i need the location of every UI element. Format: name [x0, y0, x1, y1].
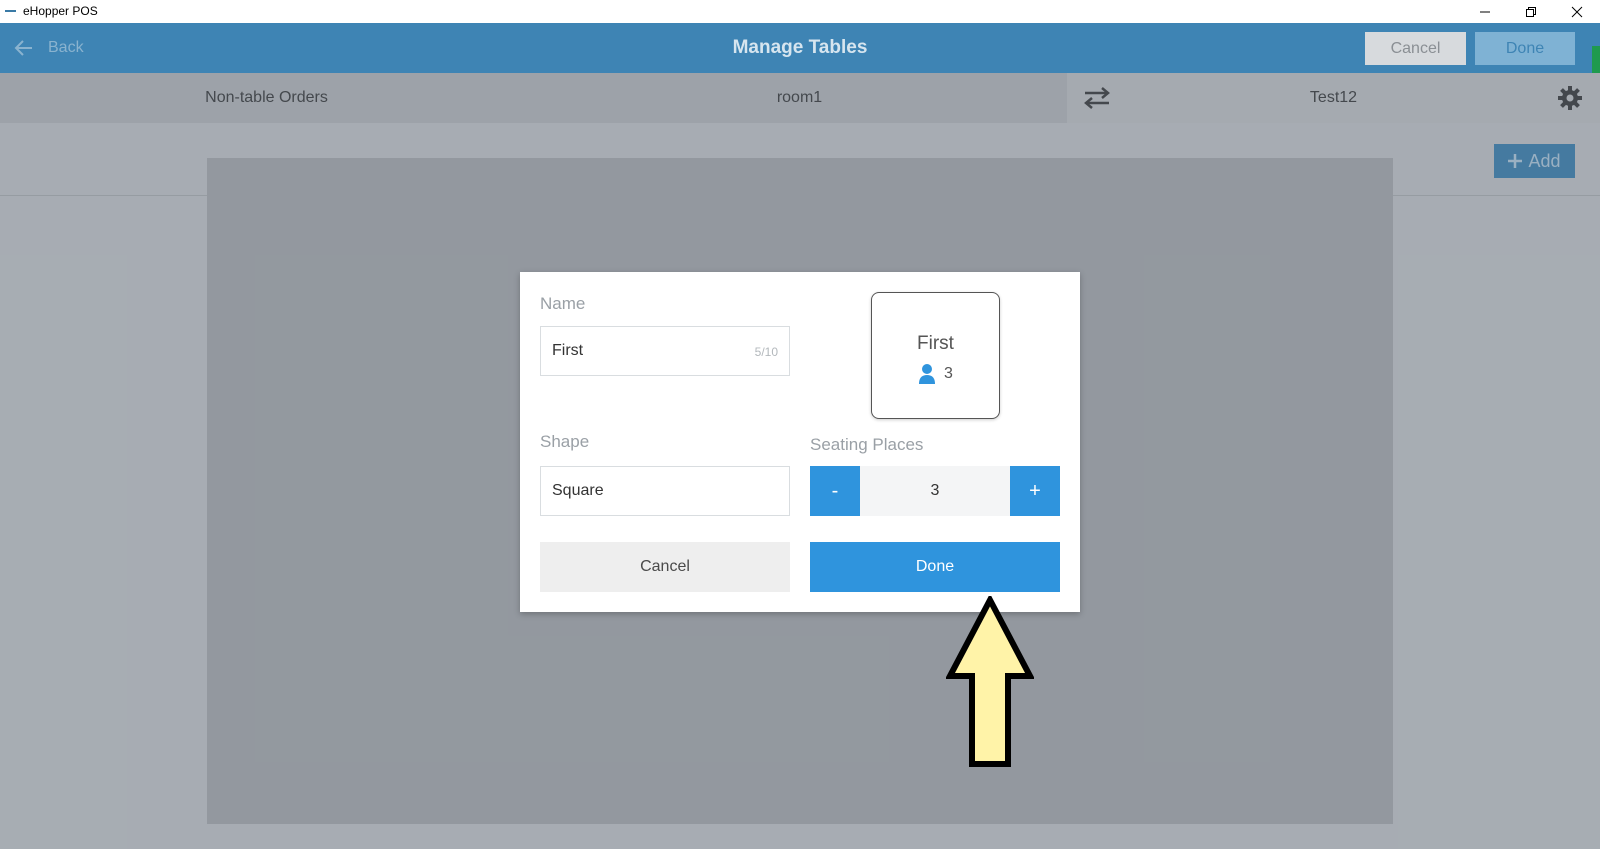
window-titlebar: eHopper POS: [0, 0, 1600, 23]
name-char-counter: 5/10: [754, 345, 778, 359]
edit-table-dialog: Name First 5/10 First 3 Shape Square Sea…: [520, 272, 1080, 612]
minimize-icon: [1480, 11, 1490, 12]
close-window-button[interactable]: [1554, 0, 1600, 23]
name-value: First: [552, 342, 584, 359]
dialog-cancel-button[interactable]: Cancel: [540, 542, 790, 592]
preview-seats: 3: [872, 363, 999, 385]
annotation-arrow-icon: [946, 596, 1034, 767]
page-title: Manage Tables: [732, 37, 868, 58]
person-icon: [919, 364, 936, 384]
name-label: Name: [540, 294, 586, 313]
seating-decrement-button[interactable]: -: [810, 466, 860, 516]
name-input[interactable]: First 5/10: [540, 326, 790, 376]
restore-icon: [1526, 6, 1536, 17]
seating-increment-button[interactable]: +: [1010, 466, 1060, 516]
seating-places-value[interactable]: 3: [860, 466, 1010, 516]
dialog-done-button[interactable]: Done: [810, 542, 1060, 592]
header-done-button[interactable]: Done: [1475, 32, 1575, 65]
preview-table-name: First: [917, 333, 954, 354]
shape-select[interactable]: Square: [540, 466, 790, 516]
table-preview: First 3: [871, 292, 1000, 419]
window-title: eHopper POS: [23, 4, 98, 18]
shape-value: Square: [552, 482, 604, 499]
header-cancel-button[interactable]: Cancel: [1365, 32, 1466, 65]
app-icon: [5, 10, 16, 12]
app-header: Back Manage Tables Cancel Done: [0, 23, 1600, 96]
close-icon: [1571, 6, 1583, 17]
restore-button[interactable]: [1508, 0, 1554, 23]
minimize-button[interactable]: [1462, 0, 1508, 23]
seating-places-label: Seating Places: [810, 435, 924, 454]
preview-seat-count: 3: [944, 365, 953, 382]
shape-label: Shape: [540, 432, 590, 451]
